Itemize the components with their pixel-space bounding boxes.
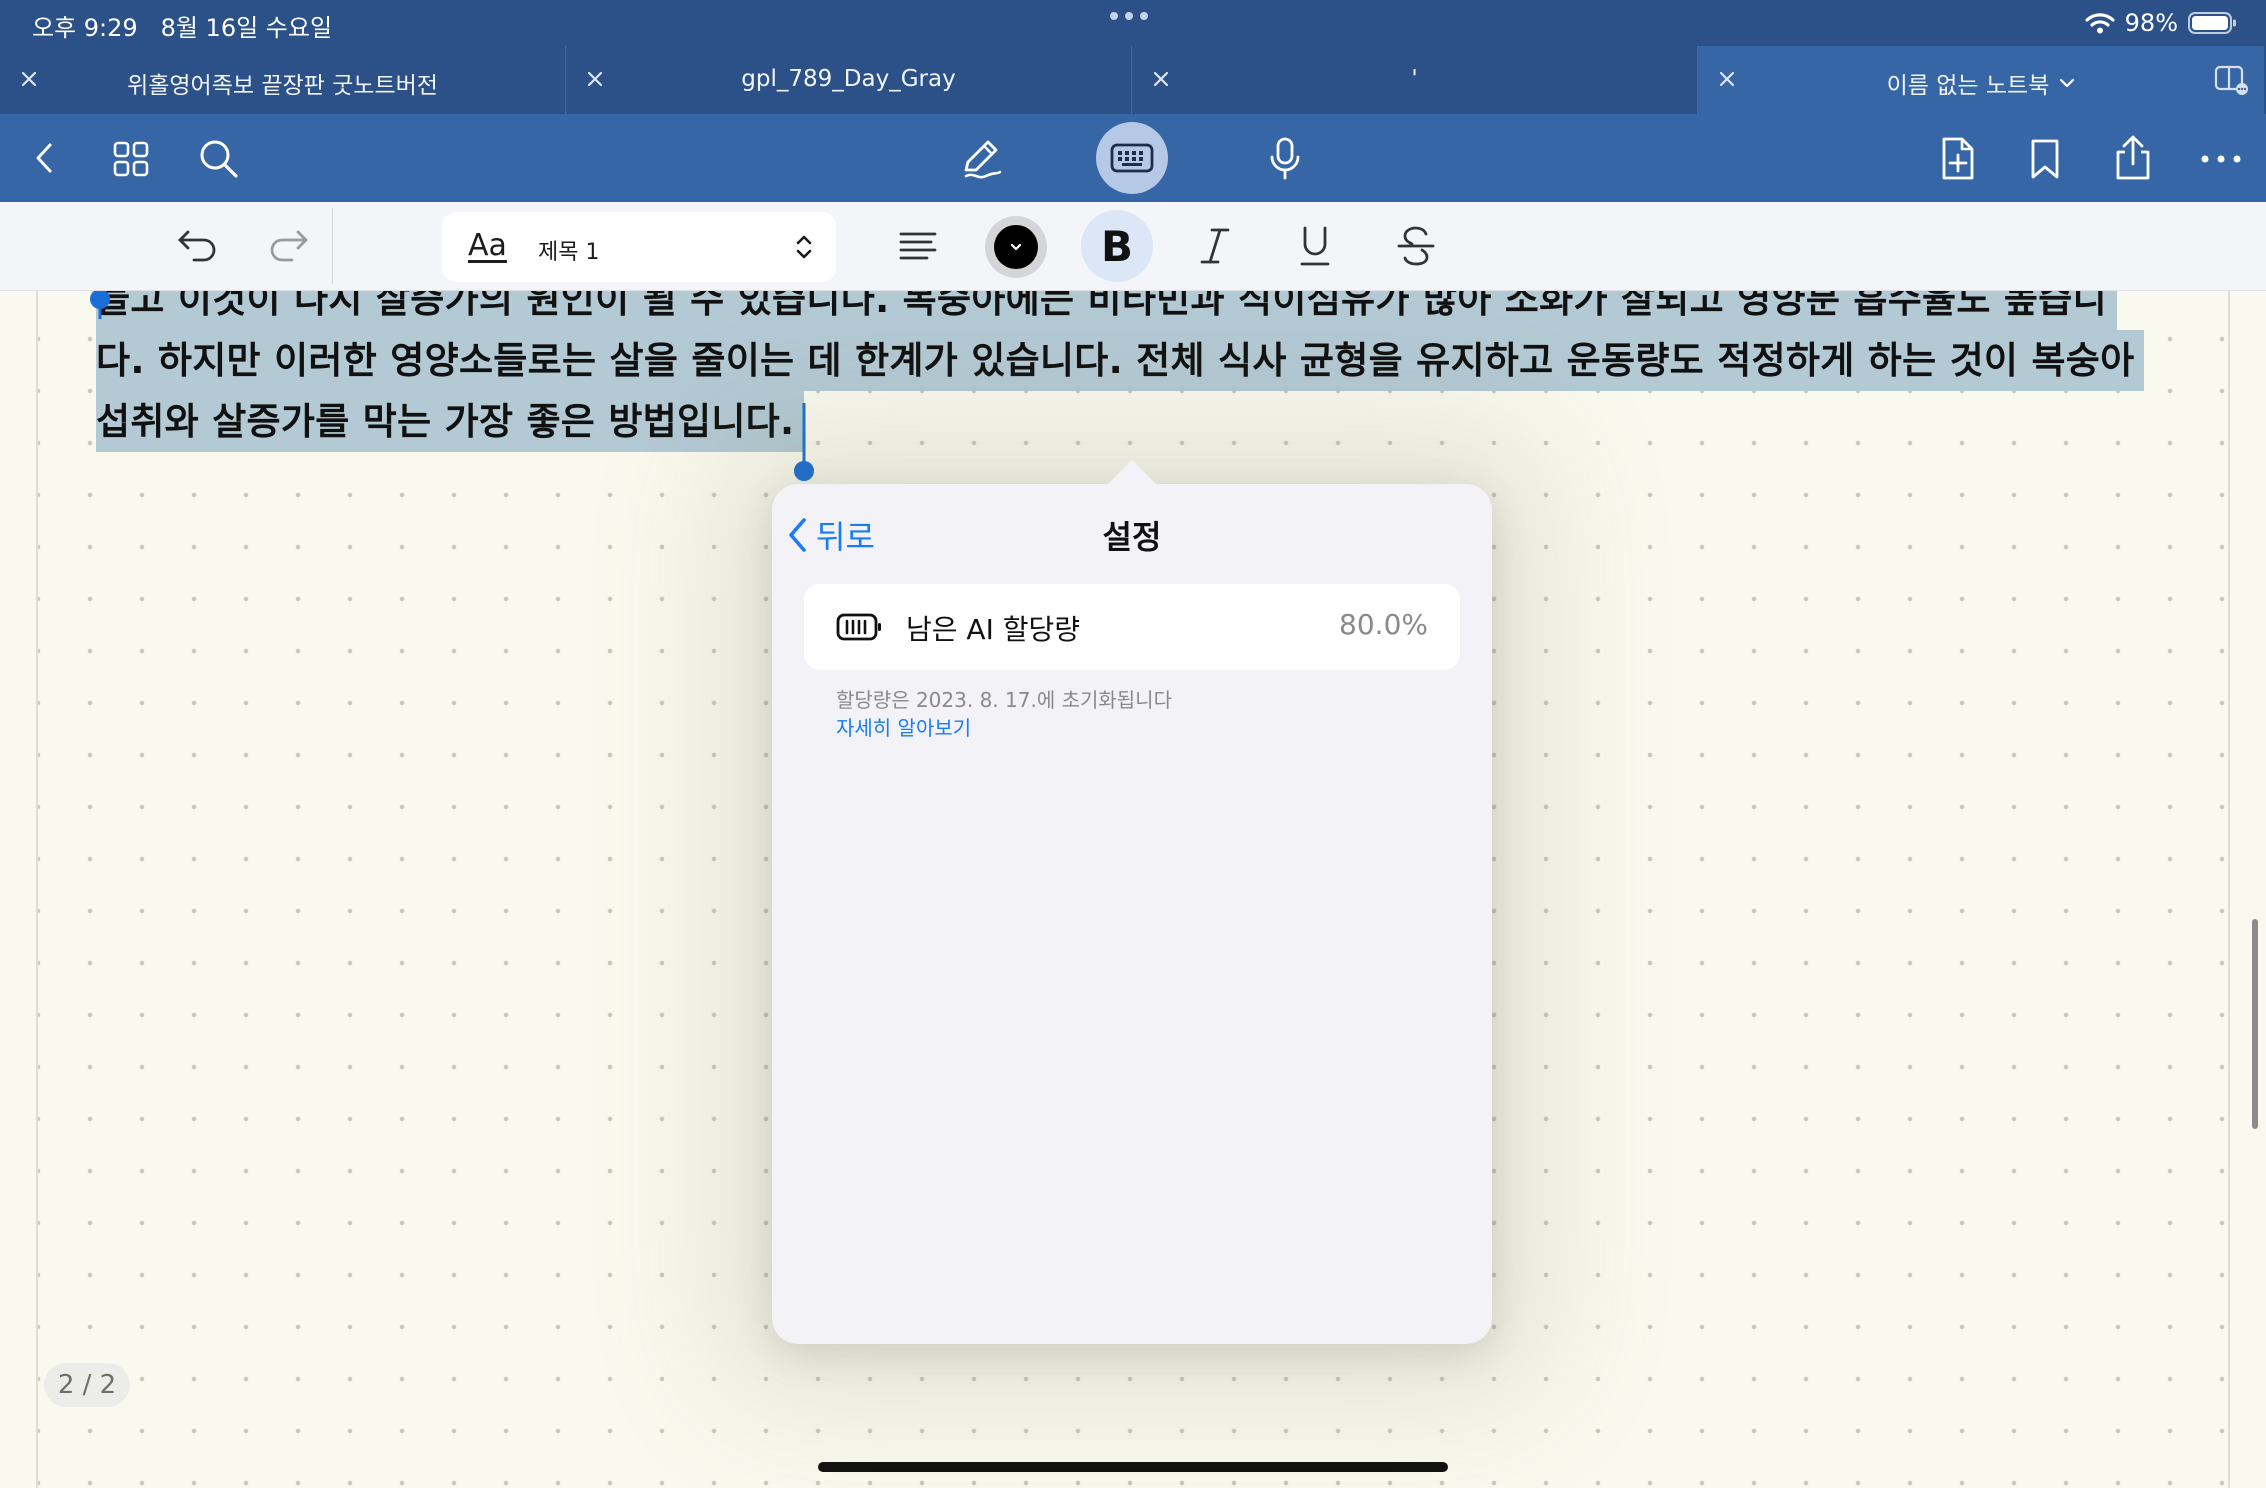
ai-quota-label: 남은 AI 할당량 bbox=[906, 613, 1081, 646]
multitasking-dots[interactable] bbox=[1110, 12, 1148, 20]
keyboard-mode-button[interactable] bbox=[1096, 122, 1168, 194]
tab-title: 위홀영어족보 끝장판 굿노트버전 bbox=[127, 73, 438, 99]
close-icon[interactable] bbox=[584, 68, 606, 90]
wifi-icon bbox=[2085, 12, 2115, 34]
selection-handle-end[interactable] bbox=[792, 403, 816, 483]
ai-quota-value: 80.0% bbox=[1339, 608, 1428, 641]
microphone-icon[interactable] bbox=[1268, 136, 1302, 182]
keyboard-icon bbox=[1110, 143, 1154, 173]
status-time: 오후 9:29 8월 16일 수요일 bbox=[32, 8, 332, 43]
close-icon[interactable] bbox=[1716, 68, 1738, 90]
popover-arrow bbox=[1106, 460, 1158, 486]
note-text-block[interactable]: 늘고 이것이 다시 살증가의 원인이 될 수 있습니다. 복숭아에는 비타민과 … bbox=[96, 291, 2166, 452]
home-indicator[interactable] bbox=[818, 1462, 1448, 1472]
main-toolbar bbox=[0, 114, 2266, 202]
back-icon[interactable] bbox=[30, 141, 60, 175]
bold-label: B bbox=[1100, 221, 1133, 271]
tab-1[interactable]: 위홀영어족보 끝장판 굿노트버전 bbox=[0, 46, 566, 114]
status-date: 8월 16일 수요일 bbox=[160, 14, 333, 42]
tab-2[interactable]: gpl_789_Day_Gray bbox=[566, 46, 1132, 114]
search-icon[interactable] bbox=[198, 138, 240, 180]
text-color-button[interactable] bbox=[985, 216, 1047, 278]
quota-reset-note: 할당량은 2023. 8. 17.에 초기화됩니다 bbox=[836, 688, 1172, 712]
status-bar: 오후 9:29 8월 16일 수요일 98% bbox=[0, 0, 2266, 46]
tab-3[interactable]: ' bbox=[1132, 46, 1698, 114]
page-border bbox=[2228, 291, 2230, 1488]
pen-icon[interactable] bbox=[958, 136, 1004, 182]
format-toolbar: Aa 제목 1 B bbox=[0, 202, 2266, 291]
note-text-line: 섭취와 살증가를 막는 가장 좋은 방법입니다. bbox=[96, 391, 805, 452]
italic-icon[interactable] bbox=[1198, 226, 1232, 266]
note-text-line: 다. 하지만 이러한 영양소들로는 살을 줄이는 데 한계가 있습니다. 전체 … bbox=[96, 330, 2145, 391]
battery-icon bbox=[2188, 11, 2238, 35]
battery-percentage: 98% bbox=[2124, 9, 2178, 37]
toolbar-divider bbox=[332, 208, 333, 284]
chevron-down-icon[interactable] bbox=[2059, 77, 2075, 89]
close-icon[interactable] bbox=[1150, 68, 1172, 90]
learn-more-link[interactable]: 자세히 알아보기 bbox=[836, 712, 971, 741]
popover-title: 설정 bbox=[1102, 518, 1162, 556]
color-swatch bbox=[994, 225, 1038, 269]
paragraph-style-name: 제목 1 bbox=[538, 240, 600, 265]
align-icon[interactable] bbox=[898, 230, 938, 262]
tab-title: ' bbox=[1411, 66, 1418, 92]
strikethrough-icon[interactable] bbox=[1396, 224, 1436, 268]
tab-4-active[interactable]: 이름 없는 노트북 bbox=[1698, 46, 2264, 114]
selection-handle-start[interactable] bbox=[89, 291, 111, 319]
bookmark-icon[interactable] bbox=[2028, 138, 2062, 180]
bold-button[interactable]: B bbox=[1081, 210, 1153, 282]
vertical-scrollbar[interactable] bbox=[2252, 919, 2258, 1129]
chevron-down-icon bbox=[1010, 243, 1022, 251]
text-style-icon: Aa bbox=[468, 228, 507, 263]
status-indicators: 98% bbox=[2085, 9, 2238, 37]
underline-icon[interactable] bbox=[1298, 224, 1332, 268]
tab-title-text: 이름 없는 노트북 bbox=[1886, 73, 2050, 99]
paragraph-style-picker[interactable]: Aa 제목 1 bbox=[442, 212, 836, 282]
redo-icon[interactable] bbox=[266, 226, 310, 264]
close-icon[interactable] bbox=[18, 68, 40, 90]
note-text-line: 늘고 이것이 다시 살증가의 원인이 될 수 있습니다. 복숭아에는 비타민과 … bbox=[96, 291, 2117, 330]
thumbnails-icon[interactable] bbox=[112, 140, 150, 178]
battery-gauge-icon bbox=[836, 613, 881, 641]
tab-title: gpl_789_Day_Gray bbox=[741, 66, 956, 92]
page-indicator: 2 / 2 bbox=[44, 1363, 130, 1407]
chevron-up-down-icon bbox=[796, 235, 812, 259]
more-icon[interactable] bbox=[2200, 154, 2242, 164]
page-border bbox=[36, 291, 38, 1488]
share-icon[interactable] bbox=[2112, 134, 2154, 182]
status-clock: 오후 9:29 bbox=[32, 14, 138, 42]
tab-bar: 위홀영어족보 끝장판 굿노트버전 gpl_789_Day_Gray ' 이름 없… bbox=[0, 46, 2266, 114]
settings-popover: 뒤로 설정 남은 AI 할당량 80.0% 할당량은 2023. 8. 17.에… bbox=[772, 460, 1492, 1344]
ai-quota-row: 남은 AI 할당량 80.0% bbox=[804, 584, 1460, 670]
tab-title: 이름 없는 노트북 bbox=[1748, 66, 2214, 100]
undo-icon[interactable] bbox=[176, 226, 220, 264]
add-page-icon[interactable] bbox=[1938, 136, 1976, 182]
split-view-icon[interactable] bbox=[2214, 64, 2250, 96]
